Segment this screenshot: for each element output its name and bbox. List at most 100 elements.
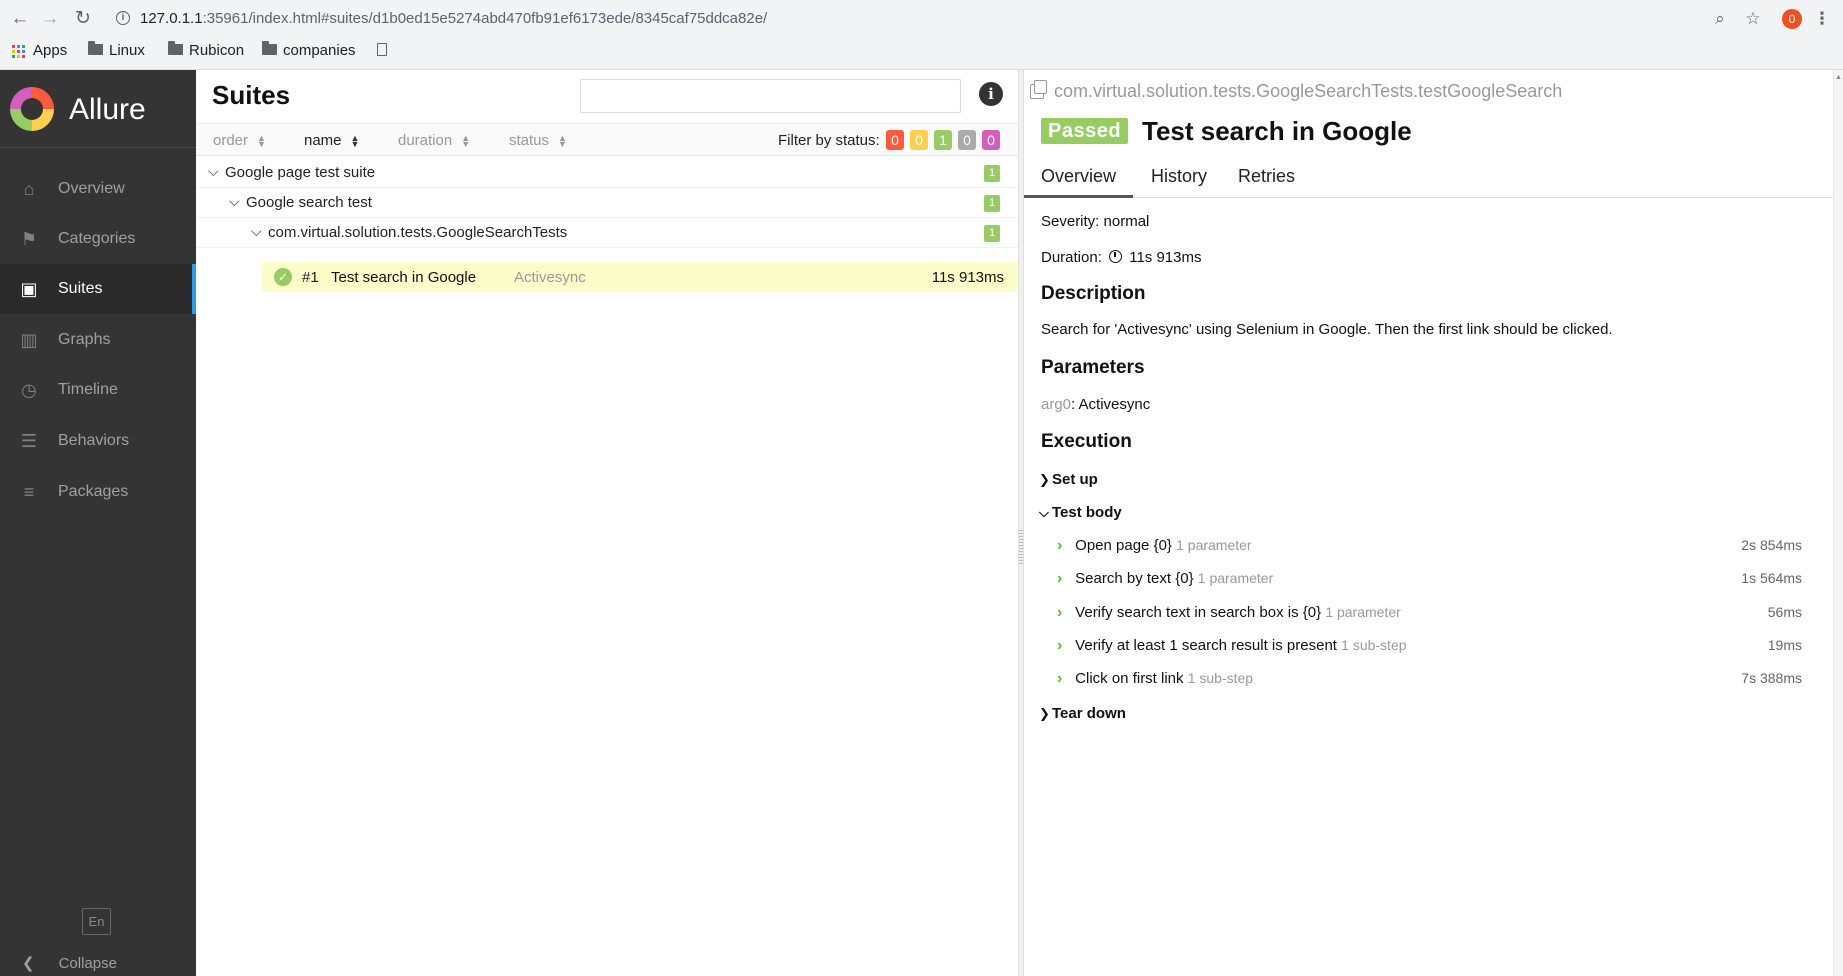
extension-badge[interactable]: 0 bbox=[1782, 9, 1802, 29]
parameter-row: arg0: Activesync bbox=[1041, 396, 1151, 413]
step-meta: 1 sub-step bbox=[1187, 670, 1254, 686]
allure-logo-icon bbox=[10, 87, 54, 131]
sort-status[interactable]: status ▲ ▼ bbox=[509, 132, 567, 149]
test-name: Test search in Google bbox=[331, 269, 477, 286]
bookmark-apps[interactable]: Apps bbox=[12, 42, 67, 59]
tree-node-suite[interactable]: ⌵ Google page test suite 1 bbox=[196, 158, 1018, 188]
nav-item-behaviors[interactable]: ☰ Behaviors bbox=[0, 416, 196, 466]
nav-item-graphs[interactable]: ▥ Graphs bbox=[0, 315, 196, 365]
nav-label: Packages bbox=[58, 483, 129, 500]
nav-label: Suites bbox=[58, 280, 103, 297]
sort-arrows-icon: ▲ ▼ bbox=[350, 133, 360, 150]
filter-broken-badge[interactable]: 0 bbox=[910, 130, 928, 150]
step-row[interactable]: › Search by text {0} 1 parameter 1s 564m… bbox=[1057, 570, 1802, 592]
list-icon: ☰ bbox=[20, 431, 38, 451]
chevron-right-icon: ❯ bbox=[1039, 706, 1050, 721]
duration-label: Duration: bbox=[1041, 249, 1102, 266]
step-row[interactable]: › Open page {0} 1 parameter 2s 854ms bbox=[1057, 537, 1802, 559]
collapse-button[interactable]: ❮ Collapse bbox=[22, 954, 117, 972]
filter-unknown-badge[interactable]: 0 bbox=[982, 130, 1000, 150]
bookmark-label: Apps bbox=[33, 42, 68, 59]
nav-label: Timeline bbox=[58, 381, 118, 398]
sort-duration[interactable]: duration ▲ ▼ bbox=[398, 132, 470, 149]
filter-passed-badge[interactable]: 1 bbox=[934, 130, 952, 150]
browser-menu-icon[interactable]: ⋮ bbox=[1810, 7, 1834, 31]
step-row[interactable]: › Verify search text in search box is {0… bbox=[1057, 604, 1802, 626]
nav-item-timeline[interactable]: ◷ Timeline bbox=[0, 365, 196, 415]
url-path: :35961/index.html#suites/d1b0ed15e5274ab… bbox=[202, 10, 768, 27]
apps-grid-icon bbox=[12, 44, 25, 58]
chevron-right-icon: › bbox=[1057, 537, 1063, 554]
bookmark-companies[interactable]: companies bbox=[262, 41, 356, 59]
search-input[interactable] bbox=[580, 79, 961, 113]
duration-row: Duration: 11s 913ms bbox=[1041, 249, 1201, 266]
step-duration: 56ms bbox=[1767, 604, 1802, 620]
address-bar[interactable]: i 127.0.1.1:35961/index.html#suites/d1b0… bbox=[112, 7, 1672, 31]
brand[interactable]: Allure bbox=[0, 70, 196, 148]
step-row[interactable]: › Click on first link 1 sub-step 7s 388m… bbox=[1057, 670, 1802, 692]
setup-section[interactable]: ❯ Set up bbox=[1039, 471, 1098, 488]
test-full-name: com.virtual.solution.tests.GoogleSearchT… bbox=[1030, 80, 1563, 102]
test-parameter: Activesync bbox=[514, 269, 586, 286]
home-icon: ⌂ bbox=[23, 179, 35, 199]
bookmark-star-icon[interactable]: ☆ bbox=[1741, 7, 1765, 31]
nav-label: Graphs bbox=[58, 331, 111, 348]
tree-node-group[interactable]: ⌵ Google search test 1 bbox=[196, 188, 1018, 218]
tree-label: com.virtual.solution.tests.GoogleSearchT… bbox=[268, 224, 568, 241]
reload-icon[interactable]: ↻ bbox=[71, 7, 95, 31]
bookmark-rubicon[interactable]: Rubicon bbox=[168, 41, 244, 59]
url-text[interactable]: 127.0.1.1:35961/index.html#suites/d1b0ed… bbox=[140, 10, 767, 27]
resize-grip-icon[interactable] bbox=[1019, 530, 1023, 564]
nav-item-categories[interactable]: ⚑ Categories bbox=[0, 214, 196, 264]
forward-arrow-icon[interactable]: → bbox=[38, 7, 62, 31]
chevron-down-icon: ⌵ bbox=[208, 163, 219, 179]
back-arrow-icon[interactable]: ← bbox=[8, 7, 32, 31]
bookmark-page[interactable] bbox=[377, 43, 387, 60]
step-name: Verify at least 1 search result is prese… bbox=[1075, 637, 1337, 654]
zoom-icon[interactable]: ⌕ bbox=[1708, 7, 1732, 31]
step-name: Open page {0} bbox=[1075, 537, 1172, 554]
filter-skipped-badge[interactable]: 0 bbox=[958, 130, 976, 150]
tabs: Overview History Retries bbox=[1024, 158, 1833, 198]
description-text: Search for 'Activesync' using Selenium i… bbox=[1041, 321, 1613, 338]
step-row[interactable]: › Verify at least 1 search result is pre… bbox=[1057, 637, 1802, 659]
test-result-pane: com.virtual.solution.tests.GoogleSearchT… bbox=[1024, 70, 1833, 976]
page-title: Suites bbox=[212, 80, 291, 110]
nav-item-packages[interactable]: ≡ Packages bbox=[0, 467, 196, 517]
tab-history[interactable]: History bbox=[1134, 166, 1224, 198]
test-number: #1 bbox=[302, 269, 319, 286]
site-info-icon[interactable]: i bbox=[116, 11, 130, 25]
setup-label: Set up bbox=[1052, 471, 1098, 488]
tree-node-class[interactable]: ⌵ com.virtual.solution.tests.GoogleSearc… bbox=[196, 218, 1018, 248]
side-nav: Allure ⌂ Overview ⚑ Categories ▣ Suites … bbox=[0, 70, 196, 976]
step-name: Verify search text in search box is {0} bbox=[1075, 604, 1322, 621]
chevron-right-icon: › bbox=[1057, 570, 1063, 587]
step-duration: 7s 388ms bbox=[1741, 670, 1802, 686]
description-heading: Description bbox=[1041, 283, 1146, 304]
teardown-section[interactable]: ❯ Tear down bbox=[1039, 705, 1126, 722]
sort-order[interactable]: order ▲ ▼ bbox=[213, 132, 266, 149]
full-name-text: com.virtual.solution.tests.GoogleSearchT… bbox=[1054, 81, 1563, 101]
chevron-down-icon: ⌵ bbox=[251, 223, 262, 239]
vertical-scrollbar[interactable] bbox=[1833, 70, 1843, 976]
nav-item-overview[interactable]: ⌂ Overview bbox=[0, 164, 196, 214]
filter-failed-badge[interactable]: 0 bbox=[886, 130, 904, 150]
bookmark-label: Linux bbox=[109, 42, 145, 59]
test-body-label: Test body bbox=[1052, 504, 1122, 521]
count-badge: 1 bbox=[984, 165, 1000, 182]
bar-chart-icon: ▥ bbox=[20, 330, 38, 350]
teardown-label: Tear down bbox=[1052, 705, 1126, 722]
scroll-up-icon[interactable]: ▲ bbox=[1835, 74, 1842, 81]
info-icon[interactable]: i bbox=[979, 82, 1003, 106]
parameter-value: Activesync bbox=[1078, 396, 1151, 413]
language-button[interactable]: En bbox=[82, 908, 111, 935]
sort-name[interactable]: name ▲ ▼ bbox=[304, 132, 359, 149]
copy-icon[interactable] bbox=[1030, 80, 1047, 99]
tab-overview[interactable]: Overview bbox=[1024, 166, 1134, 198]
nav-item-suites[interactable]: ▣ Suites bbox=[0, 264, 196, 314]
bookmark-linux[interactable]: Linux bbox=[88, 41, 145, 59]
tab-retries[interactable]: Retries bbox=[1221, 166, 1312, 198]
test-body-section[interactable]: ⌵ Test body bbox=[1039, 504, 1122, 521]
test-row[interactable]: ✓ #1 Test search in Google Activesync 11… bbox=[262, 262, 1018, 292]
count-badge: 1 bbox=[984, 225, 1000, 242]
